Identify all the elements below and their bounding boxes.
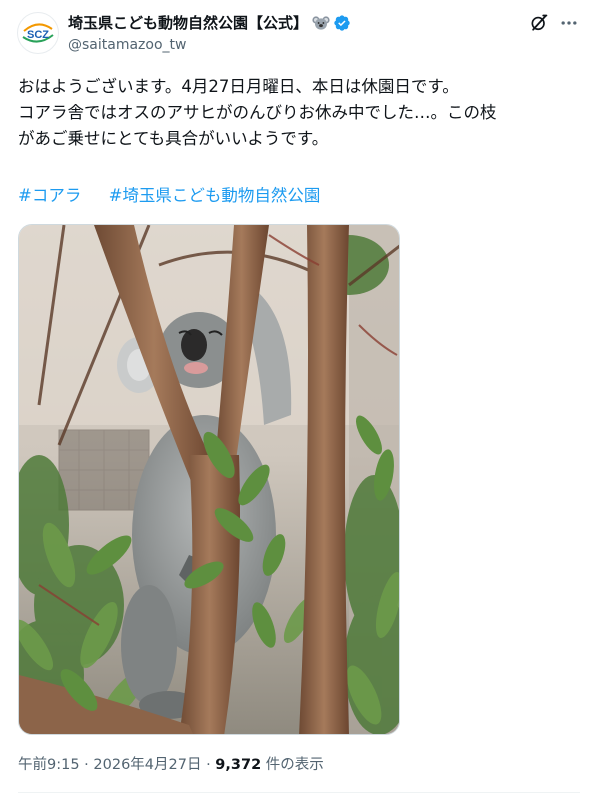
tweet-text-line: おはようございます。4月27日月曜日、本日は休園日です。	[18, 77, 459, 96]
tweet: SCZ 埼玉県こども動物自然公園【公式】 @saitamazoo_tw おはよう…	[0, 0, 598, 798]
more-options-icon[interactable]	[559, 13, 579, 33]
avatar[interactable]: SCZ	[17, 12, 59, 54]
koala-photo	[19, 225, 399, 734]
tweet-text-line: があご乗せにとても具合がいいようです。	[18, 129, 329, 148]
divider	[18, 792, 580, 793]
views-count: 9,372	[215, 757, 262, 773]
koala-emoji-icon	[312, 16, 330, 30]
views-label: 件の表示	[265, 757, 324, 773]
display-name-row: 埼玉県こども動物自然公園【公式】	[68, 12, 351, 34]
avatar-text: SCZ	[27, 29, 49, 41]
timestamp-time[interactable]: 午前9:15	[18, 757, 80, 773]
tweet-text: おはようございます。4月27日月曜日、本日は休園日です。 コアラ舎ではオスのアサ…	[18, 74, 578, 152]
account-header: 埼玉県こども動物自然公園【公式】 @saitamazoo_tw	[68, 12, 351, 55]
zoo-logo-icon: SCZ	[19, 14, 57, 52]
tweet-text-line: コアラ舎ではオスのアサヒがのんびりお休み中でした…。この枝	[18, 103, 497, 122]
tweet-photo[interactable]	[18, 224, 400, 735]
display-name[interactable]: 埼玉県こども動物自然公園【公式】	[68, 13, 308, 33]
handle[interactable]: @saitamazoo_tw	[68, 35, 351, 55]
meta-separator: ·	[206, 757, 211, 773]
timestamp-date[interactable]: 2026年4月27日	[93, 757, 201, 773]
tweet-meta: 午前9:15 · 2026年4月27日 · 9,372 件の表示	[18, 755, 324, 775]
verified-badge-icon[interactable]	[333, 14, 351, 32]
hashtags: #コアラ #埼玉県こども動物自然公園	[18, 183, 320, 209]
grok-icon[interactable]	[529, 13, 549, 33]
hashtag-zoo[interactable]: #埼玉県こども動物自然公園	[109, 186, 321, 205]
meta-separator: ·	[84, 757, 89, 773]
hashtag-koala[interactable]: #コアラ	[18, 186, 81, 205]
